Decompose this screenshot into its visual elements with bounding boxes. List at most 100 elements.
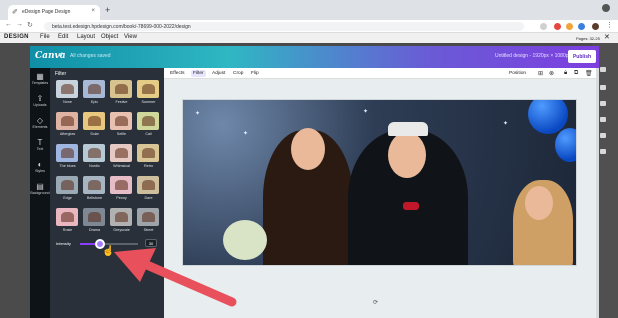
undo-icon[interactable]: ↶ bbox=[58, 51, 65, 60]
adjust-button[interactable]: Adjust bbox=[212, 71, 225, 76]
filter-option[interactable]: Nordic bbox=[83, 144, 106, 168]
close-icon[interactable]: ✕ bbox=[604, 33, 610, 41]
filter-label: Solar bbox=[90, 132, 99, 136]
filter-label: Epic bbox=[90, 100, 99, 104]
panel-icon[interactable] bbox=[600, 117, 606, 122]
filter-option[interactable]: Retro bbox=[137, 144, 160, 168]
filter-option[interactable]: Edge bbox=[56, 176, 79, 200]
filter-option[interactable]: Street bbox=[137, 208, 160, 232]
scrollbar[interactable] bbox=[596, 68, 599, 318]
filter-option[interactable]: Solar bbox=[83, 112, 106, 136]
filter-label: Drama bbox=[88, 228, 101, 232]
tab-title: eDesign Page Design bbox=[22, 9, 71, 15]
new-tab-button[interactable]: + bbox=[105, 5, 110, 15]
document-title[interactable]: Untitled design - 1920px × 1080px bbox=[495, 53, 571, 59]
menu-edit[interactable]: Edit bbox=[58, 34, 68, 40]
menu-file[interactable]: File bbox=[40, 34, 50, 40]
close-tab-icon[interactable]: × bbox=[91, 8, 95, 14]
filter-option[interactable]: Greyscale bbox=[110, 208, 133, 232]
star-icon[interactable] bbox=[540, 23, 547, 30]
intensity-value-field[interactable]: 30 bbox=[145, 239, 157, 247]
filter-option[interactable]: Afterglow bbox=[56, 112, 79, 136]
filter-option[interactable]: None bbox=[56, 80, 79, 104]
panel-icon[interactable] bbox=[600, 85, 606, 90]
profile-avatar[interactable] bbox=[592, 23, 599, 30]
sidebar-item-label: Uploads bbox=[33, 103, 47, 107]
sidebar-item-background[interactable]: ▤ Background bbox=[30, 182, 50, 195]
back-icon[interactable]: ← bbox=[5, 21, 12, 28]
panel-icon[interactable] bbox=[600, 101, 606, 106]
sidebar-item-label: Background bbox=[30, 191, 50, 195]
filter-option[interactable]: Bellstone bbox=[83, 176, 106, 200]
elements-icon: ◇ bbox=[36, 116, 44, 125]
sidebar-item-text[interactable]: T Text bbox=[30, 138, 50, 151]
filter-label: Dare bbox=[144, 196, 153, 200]
face bbox=[388, 132, 426, 178]
text-icon: T bbox=[37, 138, 43, 147]
sidebar-item-label: Templates bbox=[31, 81, 49, 85]
copy-icon[interactable]: ⧉ bbox=[574, 70, 578, 77]
balloon bbox=[528, 100, 568, 134]
trash-icon[interactable]: 🗑︎ bbox=[585, 70, 593, 77]
filter-label: Bellstone bbox=[86, 196, 103, 200]
filter-option[interactable]: Epic bbox=[83, 80, 106, 104]
panel-icon[interactable] bbox=[600, 149, 606, 154]
browser-tab[interactable]: ✐ eDesign Page Design × bbox=[8, 5, 100, 20]
link-icon[interactable]: ⊗ bbox=[549, 70, 554, 77]
flip-button[interactable]: Flip bbox=[251, 71, 259, 76]
filter-label: Peony bbox=[116, 196, 127, 200]
extension-icon[interactable] bbox=[578, 23, 585, 30]
crown bbox=[388, 122, 428, 136]
browser-tab-bar: ✐ eDesign Page Design × + bbox=[0, 0, 618, 20]
filter-option[interactable]: Dare bbox=[137, 176, 160, 200]
effects-button[interactable]: Effects bbox=[170, 71, 185, 76]
image-toolbar: Effects Filter Adjust Crop Flip Position… bbox=[164, 68, 599, 79]
filter-thumbnail bbox=[110, 176, 132, 194]
crop-button[interactable]: Crop bbox=[233, 71, 243, 76]
canva-sidebar: ▦ Templates ⇪ Uploads ◇ Elements T Text … bbox=[30, 68, 50, 318]
filter-thumbnail bbox=[110, 80, 132, 98]
forward-icon[interactable]: → bbox=[16, 21, 23, 28]
menu-dots-icon[interactable]: ⋮ bbox=[606, 21, 613, 29]
sidebar-item-uploads[interactable]: ⇪ Uploads bbox=[30, 94, 50, 107]
filter-option[interactable]: Summer bbox=[137, 80, 160, 104]
sidebar-item-templates[interactable]: ▦ Templates bbox=[30, 72, 50, 85]
favicon-icon: ✐ bbox=[12, 9, 18, 16]
sidebar-item-styles[interactable]: ◐ Styles bbox=[30, 160, 50, 173]
publish-button[interactable]: Publish bbox=[568, 50, 596, 63]
position-button[interactable]: Position bbox=[509, 71, 526, 76]
star-decoration: ✦ bbox=[503, 121, 509, 127]
styles-icon: ◐ bbox=[37, 160, 43, 169]
window-control-icon[interactable] bbox=[602, 4, 610, 12]
filter-thumbnail bbox=[137, 80, 159, 98]
filter-option[interactable]: Peony bbox=[110, 176, 133, 200]
sidebar-item-label: Styles bbox=[35, 169, 45, 173]
filter-option[interactable]: The blues bbox=[56, 144, 79, 168]
extension-icon[interactable] bbox=[554, 23, 561, 30]
address-bar[interactable]: beta.test.edesign.hpdesign.com/book/-786… bbox=[44, 22, 524, 31]
filter-button[interactable]: Filter bbox=[191, 70, 206, 77]
canvas-area: Effects Filter Adjust Crop Flip Position… bbox=[164, 68, 599, 318]
filter-option[interactable]: Selfie bbox=[110, 112, 133, 136]
filter-thumbnail bbox=[137, 208, 159, 226]
sidebar-item-elements[interactable]: ◇ Elements bbox=[30, 116, 50, 129]
selected-photo[interactable]: ✦ ✦ ✦ ✦ ✦ bbox=[182, 99, 577, 266]
menu-object[interactable]: Object bbox=[101, 34, 118, 40]
extension-icon[interactable] bbox=[566, 23, 573, 30]
filter-option[interactable]: Rosie bbox=[56, 208, 79, 232]
filter-option[interactable]: Festive bbox=[110, 80, 133, 104]
transparency-icon[interactable]: ⊞ bbox=[538, 70, 543, 77]
filter-thumbnail bbox=[83, 112, 105, 130]
filter-option[interactable]: Whimsical bbox=[110, 144, 133, 168]
filter-option[interactable]: Cali bbox=[137, 112, 160, 136]
menu-view[interactable]: View bbox=[124, 34, 137, 40]
filter-option[interactable]: Drama bbox=[83, 208, 106, 232]
lock-icon[interactable]: 🔒︎ bbox=[564, 70, 567, 77]
menu-layout[interactable]: Layout bbox=[77, 34, 95, 40]
panel-icon[interactable] bbox=[600, 133, 606, 138]
panel-title: Filter bbox=[55, 71, 67, 77]
reload-icon[interactable]: ↻ bbox=[27, 21, 33, 29]
filter-thumbnail bbox=[83, 80, 105, 98]
rotate-icon[interactable]: ⟳ bbox=[373, 299, 378, 306]
panel-icon[interactable] bbox=[600, 67, 606, 72]
